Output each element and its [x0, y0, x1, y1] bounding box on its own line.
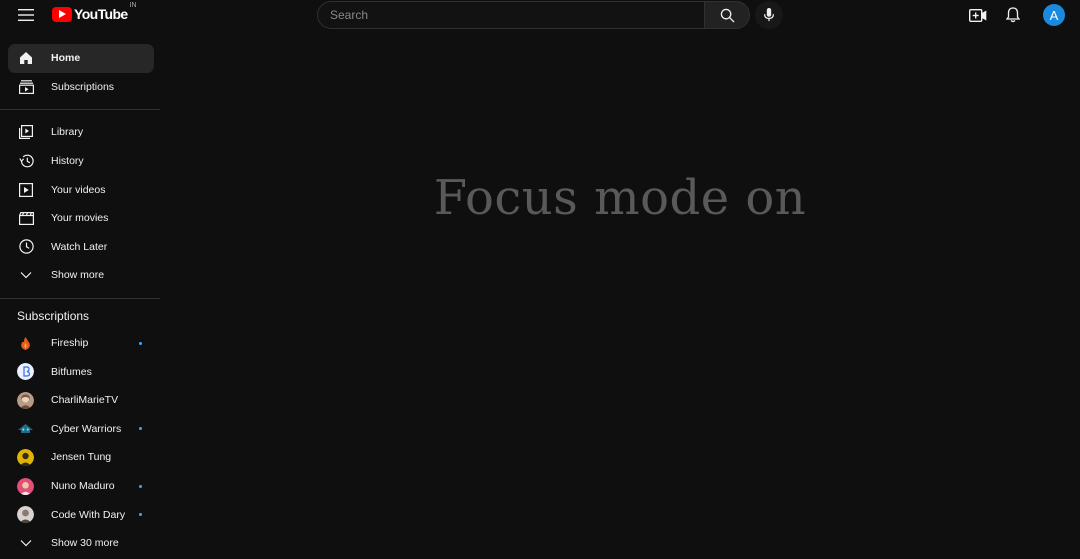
new-content-dot: [139, 341, 142, 345]
sidebar-item-history[interactable]: History: [8, 147, 154, 176]
library-icon: [18, 124, 34, 140]
channel-avatar-fireship: [17, 334, 34, 352]
search-button[interactable]: [704, 1, 750, 29]
sidebar-item-label: Your movies: [51, 212, 109, 225]
chevron-down-icon: [18, 535, 34, 551]
channel-avatar-nuno-maduro: [17, 477, 34, 495]
home-icon: [18, 50, 34, 66]
sidebar-item-your-movies[interactable]: Your movies: [8, 204, 154, 233]
sidebar-item-show-more-subscriptions[interactable]: Show 30 more: [8, 529, 154, 558]
logo-text: YouTube: [74, 6, 128, 22]
subscription-channel-item[interactable]: Code With Dary: [8, 500, 154, 529]
channel-avatar-charlimarietv: [17, 391, 34, 409]
new-content-dot: [139, 484, 142, 488]
subscriptions-section-title: Subscriptions: [17, 308, 90, 323]
search-input[interactable]: [317, 1, 704, 29]
your-videos-icon: [18, 182, 34, 198]
subscription-channel-item[interactable]: Bitfumes: [8, 357, 154, 386]
sidebar-item-library[interactable]: Library: [8, 118, 154, 147]
sidebar-item-label: Cyber Warriors: [51, 422, 122, 435]
sidebar-item-label: Bitfumes: [51, 365, 92, 378]
sidebar: Home Subscriptions Library History Your …: [0, 40, 160, 559]
channel-avatar-jensen-tung: [17, 448, 34, 466]
watch-later-icon: [18, 239, 34, 255]
sidebar-item-label: CharliMarieTV: [51, 394, 119, 407]
sidebar-item-your-videos[interactable]: Your videos: [8, 175, 154, 204]
sidebar-item-home[interactable]: Home: [8, 44, 154, 73]
subscription-channel-item[interactable]: Fireship: [8, 329, 154, 358]
bell-icon: [1006, 7, 1020, 23]
subscription-channel-item[interactable]: Nuno Maduro: [8, 472, 154, 501]
subscription-channel-item[interactable]: CharliMarieTV: [8, 386, 154, 415]
search-bar: [317, 1, 750, 29]
sidebar-divider: [0, 109, 160, 111]
history-icon: [18, 153, 34, 169]
sidebar-item-watch-later[interactable]: Watch Later: [8, 233, 154, 262]
subscriptions-icon: [18, 79, 34, 95]
hamburger-menu-icon[interactable]: [16, 5, 36, 25]
chevron-down-icon: [18, 267, 34, 283]
video-camera-plus-icon: [969, 8, 987, 22]
movies-icon: [18, 210, 34, 226]
channel-avatar-code-with-dary: [17, 506, 34, 524]
create-video-button[interactable]: [968, 5, 988, 25]
sidebar-item-label: Fireship: [51, 337, 89, 350]
subscription-channel-item[interactable]: Jensen Tung: [8, 443, 154, 472]
notifications-button[interactable]: [1003, 5, 1023, 25]
youtube-logo[interactable]: YouTube IN: [52, 2, 137, 22]
microphone-icon: [764, 8, 774, 22]
new-content-dot: [139, 427, 142, 431]
focus-mode-message: Focus mode on: [433, 170, 807, 226]
subscription-channel-item[interactable]: Cyber Warriors: [8, 415, 154, 444]
channel-avatar-cyber-warriors: [17, 420, 34, 438]
channel-avatar-bitfumes: [17, 363, 34, 381]
account-avatar[interactable]: A: [1043, 4, 1065, 26]
sidebar-item-label: Jensen Tung: [51, 451, 112, 464]
sidebar-item-label: History: [51, 155, 84, 168]
sidebar-divider: [0, 297, 160, 299]
voice-search-button[interactable]: [755, 1, 783, 29]
new-content-dot: [139, 513, 142, 517]
sidebar-item-label: Show 30 more: [51, 537, 119, 550]
sidebar-item-label: Show more: [51, 269, 105, 282]
youtube-play-icon: [52, 6, 72, 22]
sidebar-item-label: Watch Later: [51, 240, 108, 253]
sidebar-item-label: Code With Dary: [51, 508, 126, 521]
sidebar-item-label: Library: [51, 126, 84, 139]
sidebar-item-label: Your videos: [51, 183, 106, 196]
sidebar-item-show-more[interactable]: Show more: [8, 261, 154, 290]
search-icon: [720, 8, 735, 23]
sidebar-item-label: Home: [51, 52, 81, 65]
top-bar: YouTube IN A: [0, 0, 1080, 30]
sidebar-item-label: Subscriptions: [51, 80, 115, 93]
region-code: IN: [129, 2, 137, 9]
sidebar-item-subscriptions[interactable]: Subscriptions: [8, 73, 154, 102]
sidebar-item-label: Nuno Maduro: [51, 480, 115, 493]
